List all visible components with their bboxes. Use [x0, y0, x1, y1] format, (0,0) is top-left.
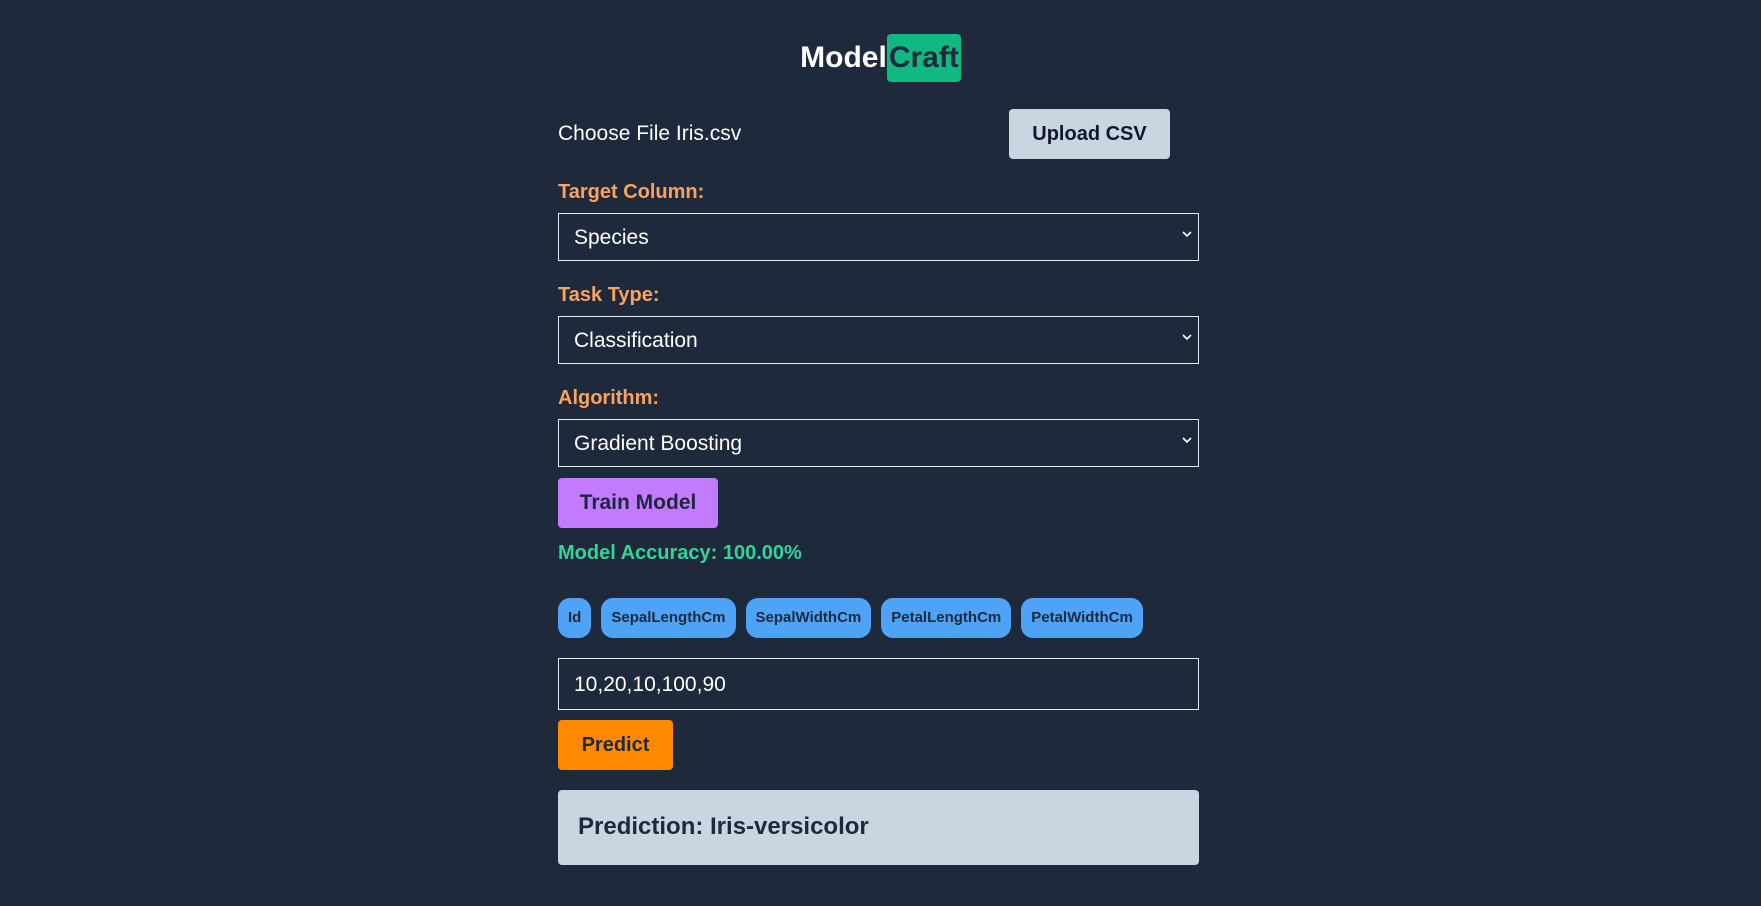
chevron-down-icon [1182, 437, 1192, 444]
prediction-result-box: Prediction: Iris-versicolor [558, 790, 1199, 865]
upload-csv-button[interactable]: Upload CSV [1009, 109, 1170, 159]
target-column-select[interactable]: Species [558, 213, 1199, 261]
app-logo: ModelCraft [0, 34, 1761, 82]
feature-chip-sepal-length: SepalLengthCm [601, 598, 736, 638]
task-type-select[interactable]: Classification [558, 316, 1199, 364]
selected-filename: Iris.csv [675, 122, 742, 145]
chevron-down-icon [1182, 334, 1192, 341]
prediction-result-text: Prediction: Iris-versicolor [578, 813, 869, 840]
feature-chip-sepal-width: SepalWidthCm [745, 598, 872, 638]
target-column-value: Species [574, 226, 649, 249]
chevron-down-icon [1182, 231, 1192, 238]
feature-chip-petal-length: PetalLengthCm [881, 598, 1012, 638]
target-column-label: Target Column: [558, 181, 705, 203]
task-type-value: Classification [574, 329, 698, 352]
feature-chips: Id SepalLengthCm SepalWidthCm PetalLengt… [558, 598, 1143, 638]
algorithm-select[interactable]: Gradient Boosting [558, 419, 1199, 467]
task-type-label: Task Type: [558, 284, 660, 306]
feature-chip-id: Id [558, 598, 592, 638]
logo-text-craft: Craft [886, 34, 961, 82]
predict-button[interactable]: Predict [558, 720, 673, 770]
file-upload-row: Choose File Iris.csv Upload CSV [558, 109, 1199, 159]
algorithm-value: Gradient Boosting [574, 432, 743, 455]
train-model-button[interactable]: Train Model [558, 478, 718, 528]
feature-chip-petal-width: PetalWidthCm [1021, 598, 1143, 638]
feature-values-input[interactable]: 10,20,10,100,90 [558, 658, 1199, 710]
file-input[interactable]: Choose File Iris.csv [558, 122, 741, 146]
logo-text-model: Model [800, 41, 887, 74]
feature-values-text: 10,20,10,100,90 [574, 673, 726, 696]
algorithm-label: Algorithm: [558, 387, 660, 409]
model-accuracy-text: Model Accuracy: 100.00% [558, 542, 802, 564]
choose-file-button[interactable]: Choose File [558, 122, 670, 145]
